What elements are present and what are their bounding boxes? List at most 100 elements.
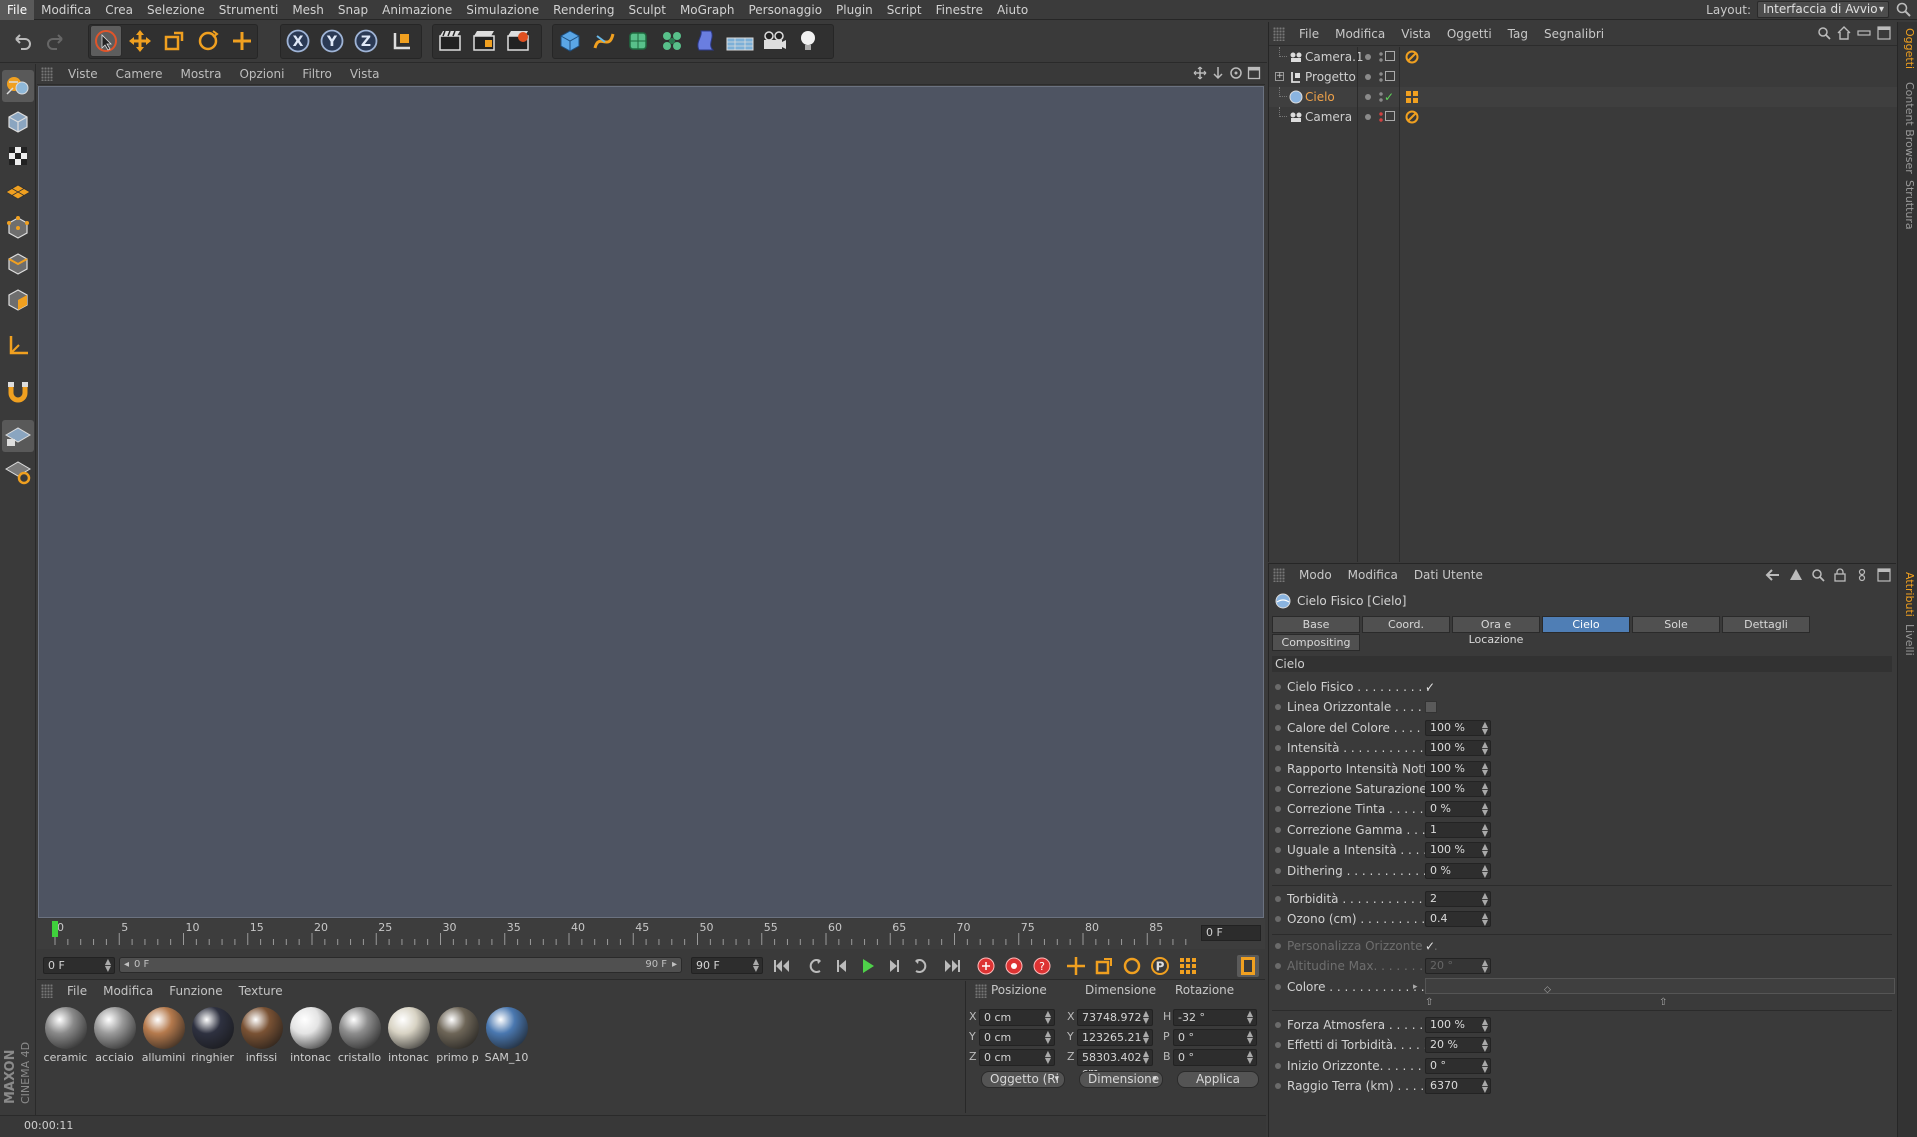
current-frame-input[interactable]: 0 F ▲ ▼ <box>43 957 115 974</box>
coord-size-field[interactable]: 123265.21 cm▲▼ <box>1077 1029 1153 1059</box>
model-mode-icon[interactable] <box>2 106 34 138</box>
playhead[interactable] <box>52 921 58 937</box>
viewport-menu-mostra[interactable]: Mostra <box>171 67 230 81</box>
spinner-arrows[interactable]: ▲ ▼ <box>1482 1079 1488 1094</box>
spinner-arrows[interactable]: ▲ ▼ <box>1247 1050 1253 1065</box>
animate-dot[interactable] <box>1275 1062 1281 1069</box>
animate-dot[interactable] <box>1275 896 1281 902</box>
material-menu-modifica[interactable]: Modifica <box>95 984 161 998</box>
menu-animazione[interactable]: Animazione <box>375 0 459 20</box>
maximize-view-icon[interactable] <box>1247 66 1261 80</box>
object-menu-vista[interactable]: Vista <box>1393 27 1439 41</box>
visibility-dot[interactable] <box>1365 94 1371 100</box>
material-swatch[interactable]: allumini <box>141 1007 186 1067</box>
redo-icon[interactable] <box>40 25 72 57</box>
attribute-tab-ora-e-locazione[interactable]: Ora e Locazione <box>1452 616 1540 646</box>
material-swatch[interactable]: ceramic <box>43 1007 88 1067</box>
object-row[interactable]: Camera <box>1269 107 1897 127</box>
axis-mode-icon[interactable] <box>2 330 34 362</box>
material-menu-texture[interactable]: Texture <box>231 984 291 998</box>
rotate-icon[interactable] <box>192 25 224 57</box>
property-value-field[interactable]: 1 ▲ ▼ <box>1425 821 1491 838</box>
animate-dot[interactable] <box>1275 847 1281 854</box>
material-swatch[interactable]: SAM_10 <box>484 1007 529 1067</box>
object-row[interactable]: + Progetto <box>1269 67 1897 87</box>
menu-aiuto[interactable]: Aiuto <box>990 0 1035 20</box>
menu-rendering[interactable]: Rendering <box>546 0 621 20</box>
coord-size-field[interactable]: 73748.972 cm▲▼ <box>1077 1009 1153 1039</box>
menu-mograph[interactable]: MoGraph <box>673 0 742 20</box>
object-row[interactable]: Cielo ✓ <box>1269 87 1897 107</box>
lock-icon[interactable] <box>1833 568 1847 582</box>
key-pla-icon[interactable] <box>1177 955 1199 977</box>
panel-grip[interactable] <box>1273 26 1285 41</box>
attribute-tab-dettagli[interactable]: Dettagli <box>1722 616 1810 633</box>
search-icon[interactable] <box>1895 1 1913 19</box>
object-menu-segnalibri[interactable]: Segnalibri <box>1536 27 1612 41</box>
spinner-arrows[interactable]: ▲ ▼ <box>1482 720 1488 735</box>
attribute-tab-sole[interactable]: Sole <box>1632 616 1720 633</box>
viewport-menu-vista[interactable]: Vista <box>341 67 389 81</box>
gradient-knot[interactable]: ◇ <box>1544 981 1551 999</box>
autokey-icon[interactable] <box>1003 955 1025 977</box>
material-swatch[interactable]: primo p <box>435 1007 480 1067</box>
property-value-field[interactable]: 100 % ▲ ▼ <box>1425 719 1491 736</box>
animate-dot[interactable] <box>1275 916 1281 923</box>
3d-viewport[interactable] <box>38 86 1264 918</box>
menu-simulazione[interactable]: Simulazione <box>459 0 546 20</box>
cloner-icon[interactable] <box>656 25 688 57</box>
animate-dot[interactable] <box>1275 745 1281 752</box>
animate-dot[interactable] <box>1275 806 1281 813</box>
range-end-handle[interactable]: ▸ <box>672 958 677 972</box>
animate-dot[interactable] <box>1275 724 1281 731</box>
property-value-field[interactable]: 100 % ▲ ▼ <box>1425 740 1491 757</box>
menu-snap[interactable]: Snap <box>331 0 375 20</box>
gradient-marker-right[interactable]: ⇧ <box>1659 994 1667 1012</box>
viewport-menu-camere[interactable]: Camere <box>107 67 172 81</box>
object-name[interactable]: Camera <box>1305 107 1352 127</box>
render-dots[interactable] <box>1379 71 1383 83</box>
spline-pen-icon[interactable] <box>588 25 620 57</box>
object-menu-file[interactable]: File <box>1291 27 1327 41</box>
next-frame-icon[interactable] <box>883 955 905 977</box>
enabled-check-icon[interactable]: ✓ <box>1384 87 1394 107</box>
search-icon[interactable] <box>1811 568 1825 582</box>
menu-plugin[interactable]: Plugin <box>829 0 880 20</box>
animate-dot[interactable] <box>1275 1022 1281 1028</box>
spinner-arrows[interactable]: ▲ ▼ <box>1482 741 1488 756</box>
visibility-dot[interactable] <box>1365 54 1371 60</box>
menu-mesh[interactable]: Mesh <box>285 0 331 20</box>
coordinate-system-icon[interactable] <box>386 25 418 57</box>
attribute-tab-coord-[interactable]: Coord. <box>1362 616 1450 633</box>
menu-selezione[interactable]: Selezione <box>140 0 212 20</box>
sky-tag-icon[interactable] <box>1405 90 1419 104</box>
max-frame-input[interactable]: 90 F ▲ ▼ <box>691 957 763 974</box>
render-dots[interactable] <box>1379 111 1383 123</box>
animate-dot[interactable] <box>1275 867 1281 874</box>
side-tab-struttura[interactable]: Struttura <box>1900 180 1916 230</box>
object-menu-modifica[interactable]: Modifica <box>1327 27 1393 41</box>
go-to-end-icon[interactable] <box>941 955 963 977</box>
property-value-field[interactable]: 100 % ▲ ▼ <box>1425 781 1491 797</box>
property-value-field[interactable]: 100 % ▲ ▼ <box>1425 1017 1491 1033</box>
x-axis-icon[interactable]: X <box>282 25 314 57</box>
menu-strumenti[interactable]: Strumenti <box>212 0 286 20</box>
polygons-mode-icon[interactable] <box>2 284 34 316</box>
apply-button[interactable]: Applica <box>1177 1071 1259 1088</box>
new-window-icon[interactable] <box>1877 568 1891 582</box>
coord-rot-field[interactable]: 0 ° ▲ ▼ <box>1173 1029 1257 1046</box>
menu-finestre[interactable]: Finestre <box>929 0 990 20</box>
viewport-menu-filtro[interactable]: Filtro <box>293 67 340 81</box>
add-tool-icon[interactable] <box>226 25 258 57</box>
spinner-arrows[interactable]: ▲ ▼ <box>1482 802 1488 817</box>
settings-icon[interactable] <box>1855 568 1869 582</box>
viewport-menu-opzioni[interactable]: Opzioni <box>230 67 293 81</box>
property-checkbox[interactable]: ✓ <box>1425 940 1437 952</box>
side-tab-oggetti[interactable]: Oggetti <box>1900 28 1916 69</box>
object-row[interactable]: Camera.1 <box>1269 47 1897 67</box>
expand-icon[interactable]: + <box>1275 72 1284 81</box>
live-selection-icon[interactable] <box>90 25 122 57</box>
panel-grip[interactable] <box>41 67 53 81</box>
spinner-arrows[interactable]: ▲ ▼ <box>1482 912 1488 927</box>
animate-dot[interactable] <box>1275 826 1281 833</box>
